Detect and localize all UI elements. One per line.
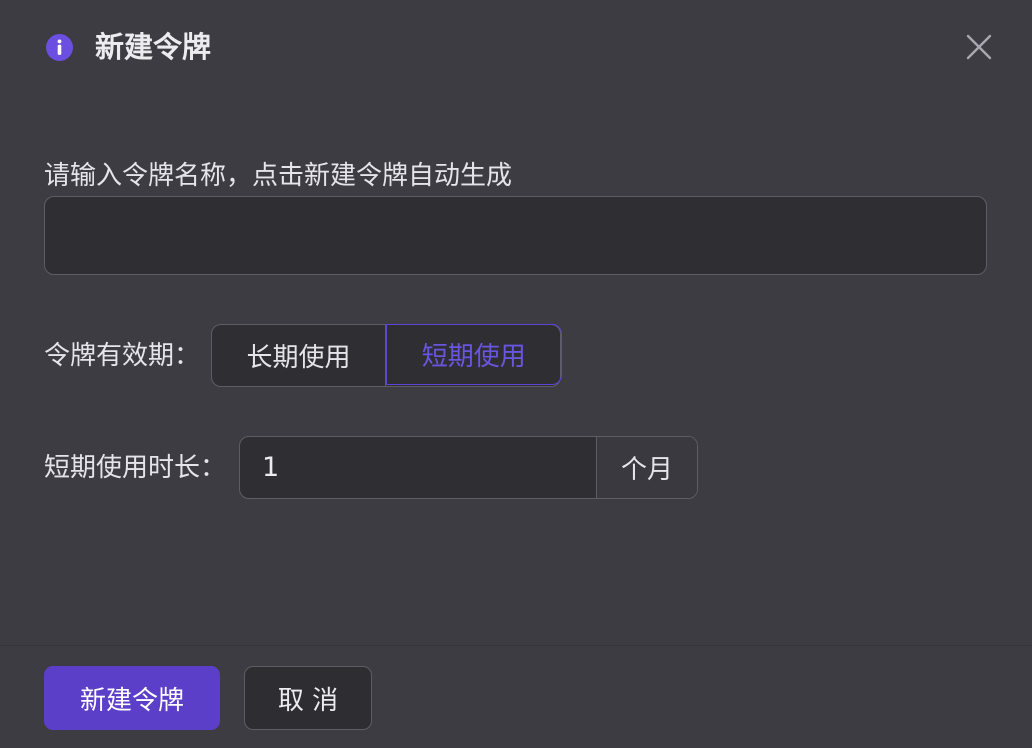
- duration-label: 短期使用时长：: [44, 453, 227, 483]
- validity-label: 令牌有效期：: [44, 341, 201, 371]
- validity-option-long-term[interactable]: 长期使用: [212, 325, 386, 386]
- token-name-label: 请输入令牌名称，点击新建令牌自动生成: [44, 161, 513, 191]
- validity-segmented-control: 长期使用 短期使用: [211, 323, 562, 387]
- info-icon: [46, 34, 73, 61]
- duration-input-group: 个月: [239, 436, 698, 499]
- create-token-button[interactable]: 新建令牌: [44, 666, 220, 730]
- close-icon[interactable]: [962, 30, 996, 64]
- duration-unit: 个月: [596, 437, 697, 498]
- footer-divider: [0, 645, 1032, 646]
- dialog-header: 新建令牌: [0, 0, 1032, 96]
- dialog-title: 新建令牌: [95, 30, 212, 64]
- validity-option-short-term[interactable]: 短期使用: [386, 323, 562, 385]
- token-name-input[interactable]: [44, 196, 987, 275]
- duration-input[interactable]: [240, 437, 596, 498]
- cancel-button[interactable]: 取 消: [244, 666, 372, 730]
- create-token-dialog: 新建令牌 请输入令牌名称，点击新建令牌自动生成 令牌有效期： 长期使用 短期使用…: [0, 0, 1032, 748]
